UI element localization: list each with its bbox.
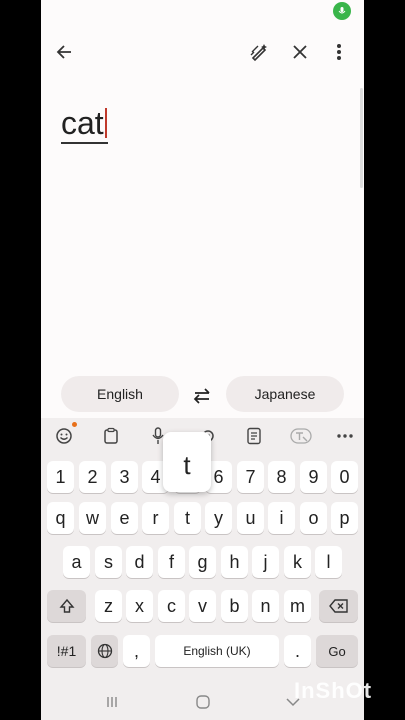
language-switch-key[interactable] [91, 635, 118, 667]
key-c[interactable]: c [158, 590, 185, 622]
translate-button[interactable] [288, 424, 314, 448]
swap-languages-button[interactable] [188, 382, 216, 410]
period-key[interactable]: . [284, 635, 311, 667]
key-u[interactable]: u [237, 502, 264, 534]
key-g[interactable]: g [189, 546, 216, 578]
input-text-value: cat [61, 105, 104, 141]
key-v[interactable]: v [189, 590, 216, 622]
back-button[interactable] [50, 38, 78, 66]
text-edit-button[interactable] [241, 424, 267, 448]
key-3[interactable]: 3 [111, 461, 138, 493]
app-bar [41, 30, 364, 74]
emoji-icon [56, 428, 72, 444]
key-p[interactable]: p [331, 502, 358, 534]
more-horiz-icon [337, 434, 353, 438]
key-e[interactable]: e [111, 502, 138, 534]
input-text[interactable]: cat [61, 104, 108, 144]
space-key[interactable]: English (UK) [155, 635, 279, 667]
close-button[interactable] [286, 38, 314, 66]
key-a[interactable]: a [63, 546, 90, 578]
key-l[interactable]: l [315, 546, 342, 578]
key-y[interactable]: y [205, 502, 232, 534]
more-vert-icon [337, 44, 341, 60]
globe-icon [97, 643, 112, 659]
key-preview-popup: t [163, 432, 211, 492]
key-z[interactable]: z [95, 590, 122, 622]
source-language-button[interactable]: English [61, 376, 179, 412]
phone-screen: cat English Japanese 1 2 3 4 6 7 8 9 0 q… [41, 0, 364, 720]
key-r[interactable]: r [142, 502, 169, 534]
key-k[interactable]: k [284, 546, 311, 578]
key-q[interactable]: q [47, 502, 74, 534]
target-language-button[interactable]: Japanese [226, 376, 344, 412]
key-1[interactable]: 1 [47, 461, 74, 493]
recent-apps-button[interactable] [100, 692, 124, 712]
more-options-button[interactable] [325, 38, 353, 66]
key-x[interactable]: x [126, 590, 153, 622]
text-edit-icon [247, 427, 261, 445]
key-w[interactable]: w [79, 502, 106, 534]
key-m[interactable]: m [284, 590, 311, 622]
key-0[interactable]: 0 [331, 461, 358, 493]
key-i[interactable]: i [268, 502, 295, 534]
watermark: InShOt [294, 678, 373, 703]
notification-dot [72, 422, 77, 427]
pen-sparkle-icon [250, 44, 267, 62]
backspace-icon [328, 599, 348, 613]
key-b[interactable]: b [221, 590, 248, 622]
toolbar-more-button[interactable] [332, 424, 358, 448]
key-o[interactable]: o [300, 502, 327, 534]
key-h[interactable]: h [221, 546, 248, 578]
handwriting-button[interactable] [245, 38, 273, 66]
recent-apps-icon [107, 697, 117, 707]
go-key[interactable]: Go [316, 635, 358, 667]
comma-key[interactable]: , [123, 635, 150, 667]
key-j[interactable]: j [252, 546, 279, 578]
source-language-label: English [97, 386, 143, 402]
close-icon [293, 45, 307, 59]
key-t[interactable]: t [174, 502, 201, 534]
key-2[interactable]: 2 [79, 461, 106, 493]
mic-active-indicator [333, 2, 351, 20]
swap-arrows-icon [193, 388, 210, 404]
symbols-key[interactable]: !#1 [47, 635, 86, 667]
clipboard-icon [104, 427, 118, 444]
key-d[interactable]: d [126, 546, 153, 578]
backspace-key[interactable] [319, 590, 358, 622]
key-f[interactable]: f [158, 546, 185, 578]
shift-icon [58, 598, 75, 613]
shift-key[interactable] [47, 590, 86, 622]
key-n[interactable]: n [252, 590, 279, 622]
key-8[interactable]: 8 [268, 461, 295, 493]
arrow-left-icon [56, 45, 71, 59]
scrollbar[interactable] [360, 88, 363, 188]
key-7[interactable]: 7 [237, 461, 264, 493]
target-language-label: Japanese [254, 386, 316, 402]
home-button[interactable] [191, 692, 215, 712]
key-s[interactable]: s [95, 546, 122, 578]
language-bar: English Japanese [41, 374, 364, 418]
emoji-button[interactable] [51, 424, 77, 448]
key-9[interactable]: 9 [300, 461, 327, 493]
translate-off-icon [290, 428, 312, 444]
home-icon [196, 695, 210, 709]
clipboard-button[interactable] [98, 424, 124, 448]
text-caret [104, 108, 107, 138]
mic-icon [338, 7, 346, 14]
